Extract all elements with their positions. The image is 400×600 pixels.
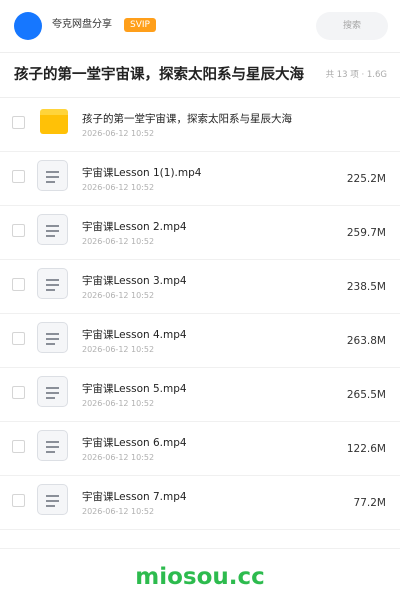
item-date: 2026-06-12 10:52 [82,291,155,300]
file-list: 孩子的第一堂宇宙课，探索太阳系与星辰大海 2026-06-12 10:52 宇宙课L… [0,98,400,530]
row-checkbox[interactable] [12,116,25,129]
avatar[interactable] [14,12,42,40]
footer-divider [0,548,400,549]
item-name: 宇宙课Lesson 6.mp4 [82,437,187,449]
file-row[interactable]: 宇宙课Lesson 6.mp4 2026-06-12 10:52 122.6M [0,422,400,476]
search-input[interactable]: 搜索 [316,12,388,40]
file-row[interactable]: 宇宙课Lesson 2.mp4 2026-06-12 10:52 259.7M [0,206,400,260]
document-icon [37,214,68,245]
item-size: 259.7M [346,227,386,239]
folder-row[interactable]: 孩子的第一堂宇宙课，探索太阳系与星辰大海 2026-06-12 10:52 [0,98,400,152]
document-icon [37,430,68,461]
row-checkbox[interactable] [12,170,25,183]
item-size: 122.6M [346,443,386,455]
top-bar: 夸克网盘分享 SVIP 搜索 [0,0,400,53]
item-date: 2026-06-12 10:52 [82,237,155,246]
item-name: 宇宙课Lesson 7.mp4 [82,491,187,503]
folder-icon [40,109,68,134]
folder-header: 孩子的第一堂宇宙课，探索太阳系与星辰大海 共 13 项 · 1.6G [0,53,400,98]
row-checkbox[interactable] [12,494,25,507]
item-size: 263.8M [346,335,386,347]
row-checkbox[interactable] [12,224,25,237]
document-icon [37,484,68,515]
row-checkbox[interactable] [12,386,25,399]
item-name: 宇宙课Lesson 3.mp4 [82,275,187,287]
item-name: 孩子的第一堂宇宙课，探索太阳系与星辰大海 [82,113,292,125]
watermark: miosou.cc [135,564,265,590]
row-checkbox[interactable] [12,278,25,291]
item-name: 宇宙课Lesson 2.mp4 [82,221,187,233]
file-row[interactable]: 宇宙课Lesson 7.mp4 2026-06-12 10:52 77.2M [0,476,400,530]
item-date: 2026-06-12 10:52 [82,453,155,462]
svip-badge: SVIP [124,18,156,32]
item-date: 2026-06-12 10:52 [82,129,155,138]
item-date: 2026-06-12 10:52 [82,183,155,192]
document-icon [37,160,68,191]
item-date: 2026-06-12 10:52 [82,345,155,354]
file-row[interactable]: 宇宙课Lesson 3.mp4 2026-06-12 10:52 238.5M [0,260,400,314]
item-name: 宇宙课Lesson 4.mp4 [82,329,187,341]
item-size: 225.2M [346,173,386,185]
file-row[interactable]: 宇宙课Lesson 5.mp4 2026-06-12 10:52 265.5M [0,368,400,422]
document-icon [37,268,68,299]
file-row[interactable]: 宇宙课Lesson 4.mp4 2026-06-12 10:52 263.8M [0,314,400,368]
document-icon [37,322,68,353]
item-size: 238.5M [346,281,386,293]
item-date: 2026-06-12 10:52 [82,507,155,516]
row-checkbox[interactable] [12,332,25,345]
item-summary: 共 13 项 · 1.6G [325,70,387,80]
item-date: 2026-06-12 10:52 [82,399,155,408]
item-name: 宇宙课Lesson 5.mp4 [82,383,187,395]
page-title: 孩子的第一堂宇宙课，探索太阳系与星辰大海 [14,67,304,83]
item-name: 宇宙课Lesson 1(1).mp4 [82,167,202,179]
file-row[interactable]: 宇宙课Lesson 1(1).mp4 2026-06-12 10:52 225.2M [0,152,400,206]
site-name: 夸克网盘分享 [52,19,112,30]
item-size: 77.2M [353,497,386,509]
document-icon [37,376,68,407]
item-size: 265.5M [346,389,386,401]
row-checkbox[interactable] [12,440,25,453]
